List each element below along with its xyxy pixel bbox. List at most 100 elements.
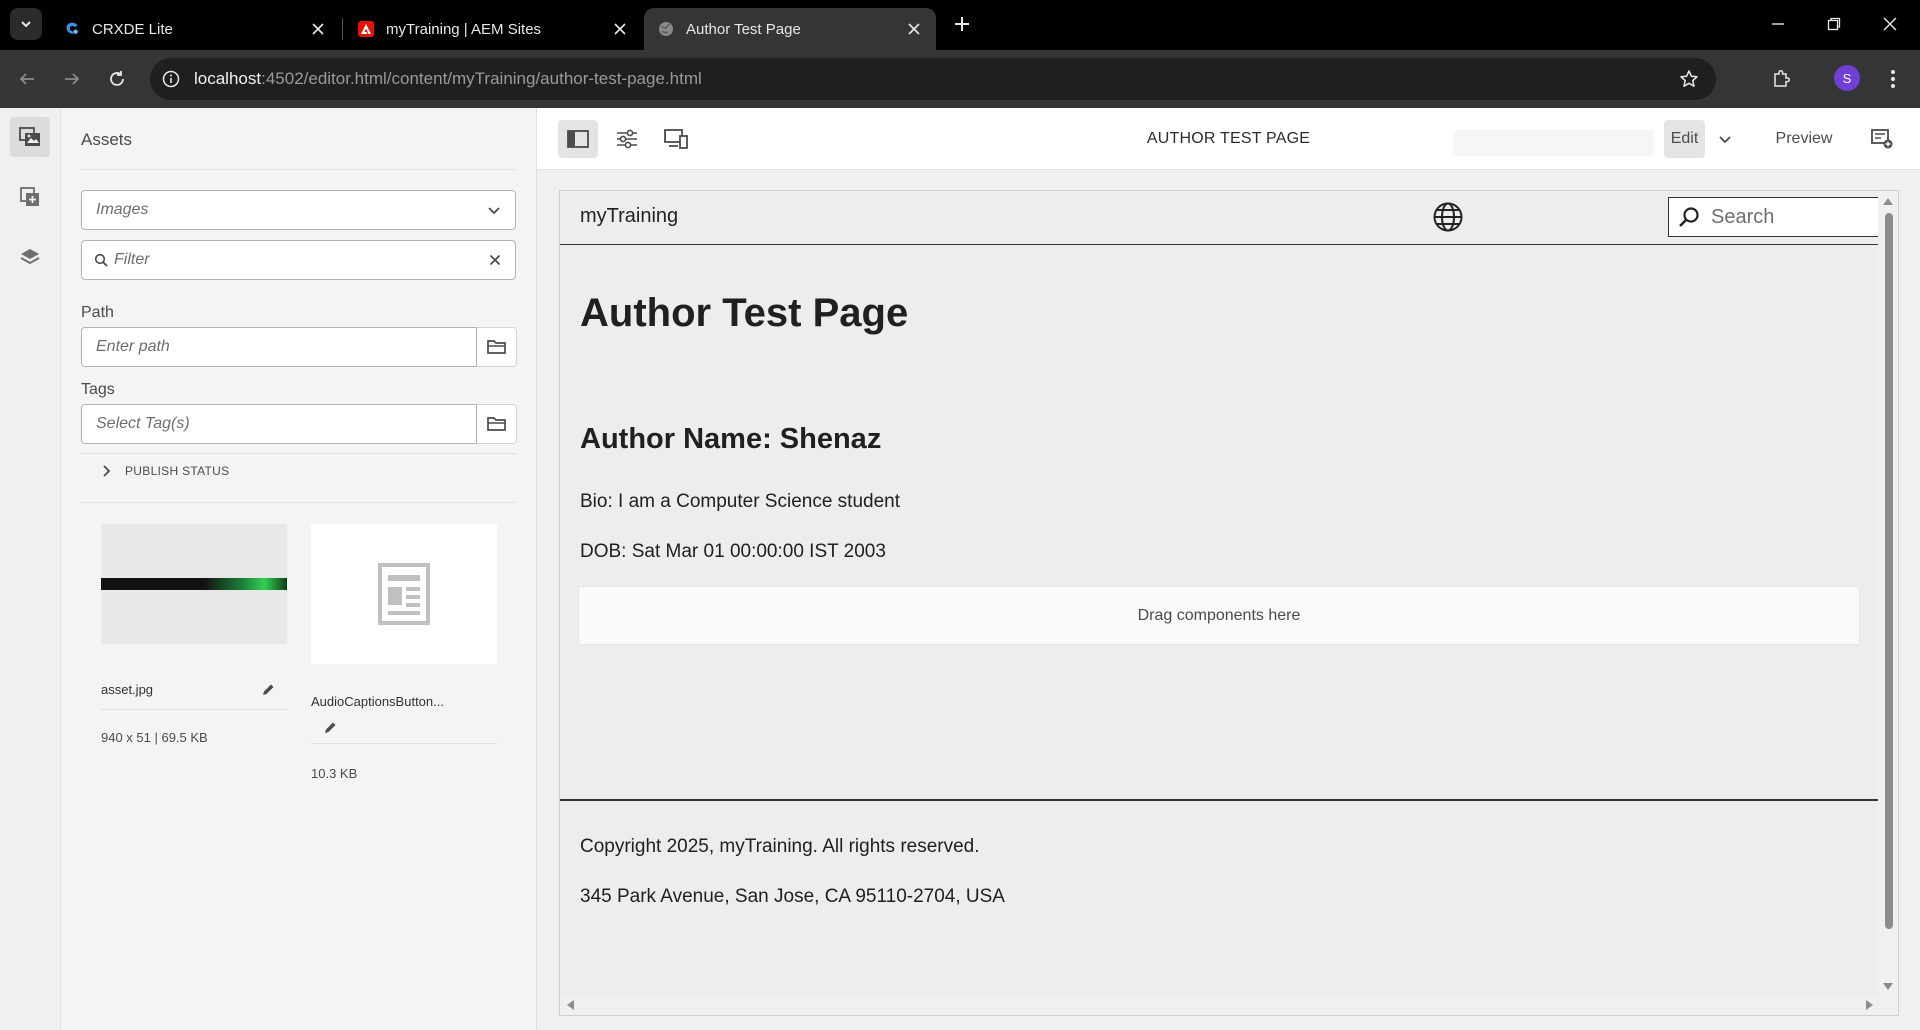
tab-separator	[342, 18, 343, 40]
publish-status-label: PUBLISH STATUS	[125, 464, 230, 478]
address-text[interactable]: 345 Park Avenue, San Jose, CA 95110-2704…	[580, 886, 1005, 908]
path-browse-button[interactable]	[477, 327, 517, 367]
page-content-frame: myTraining Search Author Test Page Autho…	[559, 190, 1899, 1016]
tab-label: myTraining | AEM Sites	[386, 20, 542, 38]
folder-icon	[486, 340, 506, 354]
component-drop-zone[interactable]: Drag components here	[578, 586, 1860, 645]
components-rail-button[interactable]	[10, 177, 50, 217]
chevron-down-icon	[488, 207, 500, 215]
close-icon[interactable]	[906, 21, 922, 37]
tags-browse-button[interactable]	[477, 404, 517, 444]
close-icon	[1883, 17, 1897, 31]
asset-meta: 10.3 KB	[311, 766, 358, 781]
browser-menu-button[interactable]	[1878, 64, 1908, 94]
asset-card[interactable]: asset.jpg 940 x 51 | 69.5 KB	[101, 524, 287, 745]
clear-icon[interactable]	[489, 254, 501, 266]
search-icon	[1679, 207, 1699, 227]
path-placeholder: Enter path	[96, 338, 170, 355]
restore-icon	[1827, 17, 1841, 31]
publish-status-toggle[interactable]: PUBLISH STATUS	[101, 464, 229, 478]
site-info-icon[interactable]	[156, 64, 186, 94]
scroll-right-arrow-icon[interactable]	[1866, 1000, 1874, 1010]
plus-icon	[955, 17, 969, 31]
preview-button[interactable]: Preview	[1769, 120, 1839, 158]
bookmark-star-icon[interactable]	[1676, 66, 1702, 92]
search-icon	[94, 253, 108, 267]
tab-search-button[interactable]	[10, 8, 42, 40]
annotations-button[interactable]	[1862, 120, 1902, 158]
close-icon[interactable]	[310, 21, 326, 37]
components-icon	[20, 187, 39, 206]
tags-input[interactable]: Select Tag(s)	[81, 404, 477, 444]
more-vertical-icon	[1891, 70, 1895, 88]
asset-card[interactable]: AudioCaptionsButton... 10.3 KB	[311, 524, 497, 781]
url-host: localhost	[194, 69, 262, 88]
horizontal-scrollbar[interactable]	[560, 995, 1898, 1015]
tab-author-test-page[interactable]: Author Test Page	[644, 8, 936, 50]
layers-icon	[20, 249, 40, 265]
copyright-text[interactable]: Copyright 2025, myTraining. All rights r…	[580, 836, 980, 858]
window-close-button[interactable]	[1862, 0, 1918, 48]
scrollbar-thumb[interactable]	[1885, 213, 1893, 929]
site-brand[interactable]: myTraining	[580, 205, 678, 228]
asset-meta: 940 x 51 | 69.5 KB	[101, 730, 208, 745]
path-label: Path	[81, 304, 114, 321]
crxde-icon	[64, 21, 80, 37]
minimize-icon	[1772, 23, 1784, 25]
layers-rail-button[interactable]	[10, 237, 50, 277]
editor-main: AUTHOR TEST PAGE Edit Preview myTraining…	[537, 108, 1920, 1030]
extensions-button[interactable]	[1766, 64, 1796, 94]
back-button[interactable]	[12, 64, 42, 94]
reload-icon	[110, 71, 124, 86]
arrow-left-icon	[19, 73, 34, 85]
select-value: Images	[96, 201, 149, 218]
filter-input[interactable]: Filter	[81, 240, 516, 280]
minimize-button[interactable]	[1750, 0, 1806, 48]
edit-pencil-icon[interactable]	[261, 683, 275, 697]
scroll-left-arrow-icon[interactable]	[566, 1000, 574, 1010]
dob-text[interactable]: DOB: Sat Mar 01 00:00:00 IST 2003	[580, 541, 886, 563]
vertical-scrollbar[interactable]	[1878, 191, 1898, 997]
tags-label: Tags	[81, 381, 115, 398]
divider	[101, 709, 287, 710]
editor-toolbar: AUTHOR TEST PAGE Edit Preview	[537, 108, 1920, 170]
chevron-down-icon	[1719, 136, 1731, 144]
aem-editor: Assets Images Filter Path Enter path Tag…	[0, 108, 1920, 1030]
scroll-up-arrow-icon[interactable]	[1883, 197, 1893, 205]
author-name-heading[interactable]: Author Name: Shenaz	[580, 423, 881, 456]
divider	[81, 453, 516, 454]
asset-thumbnail[interactable]	[101, 524, 287, 644]
tab-aem-sites[interactable]: myTraining | AEM Sites	[344, 8, 642, 50]
restore-button[interactable]	[1806, 0, 1862, 48]
bio-text[interactable]: Bio: I am a Computer Science student	[580, 491, 900, 513]
asset-thumbnail[interactable]	[311, 524, 497, 664]
profile-avatar[interactable]: S	[1834, 65, 1860, 91]
chevron-down-icon	[21, 21, 31, 28]
arrow-right-icon	[65, 73, 80, 85]
footer-divider	[560, 799, 1880, 801]
new-tab-button[interactable]	[948, 10, 976, 38]
address-bar[interactable]: localhost:4502/editor.html/content/myTra…	[150, 58, 1716, 100]
close-icon[interactable]	[612, 21, 628, 37]
edit-mode-button[interactable]: Edit	[1664, 120, 1705, 158]
mode-dropdown-button[interactable]	[1710, 120, 1740, 158]
site-search-input[interactable]: Search	[1668, 197, 1881, 237]
globe-favicon	[658, 21, 674, 37]
path-input[interactable]: Enter path	[81, 327, 477, 367]
scroll-down-arrow-icon[interactable]	[1883, 983, 1893, 991]
asset-type-select[interactable]: Images	[81, 190, 516, 230]
url-text: localhost:4502/editor.html/content/myTra…	[194, 69, 702, 89]
globe-icon[interactable]	[1432, 201, 1464, 233]
browser-tab-strip: CRXDE Lite myTraining | AEM Sites Author…	[0, 0, 1920, 50]
document-icon	[378, 563, 430, 625]
filter-placeholder: Filter	[114, 251, 150, 268]
assets-rail-button[interactable]	[10, 117, 50, 157]
asset-name: asset.jpg	[101, 682, 154, 697]
reload-button[interactable]	[102, 64, 132, 94]
annotate-icon	[1871, 129, 1893, 149]
page-heading[interactable]: Author Test Page	[580, 291, 908, 336]
tab-crxde[interactable]: CRXDE Lite	[50, 8, 340, 50]
site-page: myTraining Search Author Test Page Autho…	[560, 191, 1881, 997]
edit-pencil-icon[interactable]	[323, 721, 337, 735]
forward-button[interactable]	[57, 64, 87, 94]
